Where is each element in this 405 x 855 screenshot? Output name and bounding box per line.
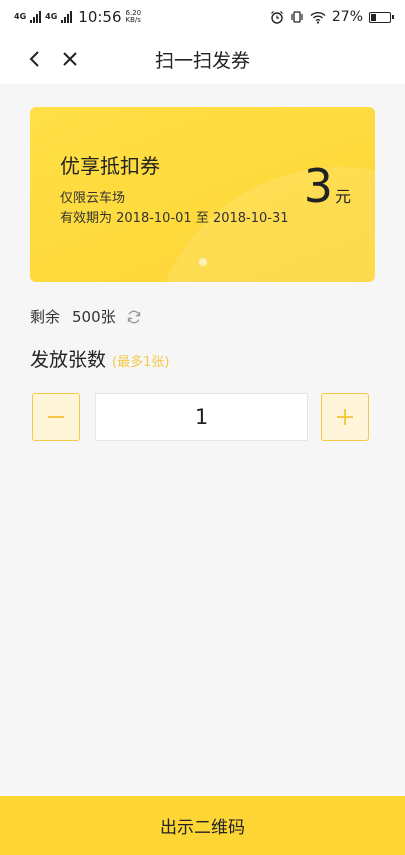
decrease-button[interactable] (32, 393, 80, 441)
issue-quantity-label: 发放张数 (30, 349, 107, 371)
signal-icon-2 (61, 11, 73, 23)
issue-limit-hint: (最多1张) (112, 355, 170, 370)
carousel-indicator (199, 258, 207, 266)
close-button[interactable] (52, 41, 88, 77)
network-speed: 6.20 KB/s (126, 10, 142, 24)
alarm-icon (270, 11, 283, 24)
clock: 10:56 (78, 8, 122, 26)
navbar: 扫一扫发券 (0, 34, 405, 84)
remaining-info: 剩余 500张 (30, 306, 142, 327)
issue-quantity-row: 发放张数 (最多1张) (30, 345, 169, 372)
coupon-venue: 仅限云车场 (60, 191, 126, 206)
coupon-card[interactable]: 优享抵扣券 仅限云车场 有效期为 2018-10-01 至 2018-10-31… (30, 107, 375, 282)
plus-icon (337, 409, 353, 425)
signal-icon (30, 11, 42, 23)
remaining-count: 500张 (72, 308, 116, 326)
close-icon (63, 52, 77, 66)
show-qr-code-button[interactable]: 出示二维码 (0, 796, 405, 855)
battery-percent: 27% (331, 9, 363, 25)
coupon-title: 优享抵扣券 (60, 154, 160, 178)
refresh-icon[interactable] (126, 309, 142, 325)
wifi-icon (310, 11, 326, 24)
network-speed-unit: KB/s (125, 16, 141, 24)
network-type-1: 4G (14, 12, 27, 21)
network-type-2: 4G (45, 12, 58, 21)
remaining-label: 剩余 (30, 308, 61, 326)
status-bar: 4G 4G 10:56 6.20 KB/s 27% (0, 0, 405, 34)
coupon-amount-value: 3 (303, 159, 333, 213)
minus-icon (48, 416, 64, 418)
status-bar-left: 4G 4G 10:56 6.20 KB/s (14, 8, 141, 26)
coupon-amount: 3 元 (304, 163, 351, 209)
chevron-left-icon (29, 51, 39, 67)
battery-fill (371, 13, 376, 21)
quantity-input[interactable] (95, 393, 308, 441)
status-bar-right: 27% (270, 9, 394, 25)
increase-button[interactable] (321, 393, 369, 441)
coupon-validity: 有效期为 2018-10-01 至 2018-10-31 (60, 211, 289, 226)
battery-icon (369, 11, 394, 23)
coupon-amount-unit: 元 (334, 187, 351, 206)
vibrate-icon (291, 11, 303, 23)
back-button[interactable] (16, 41, 52, 77)
